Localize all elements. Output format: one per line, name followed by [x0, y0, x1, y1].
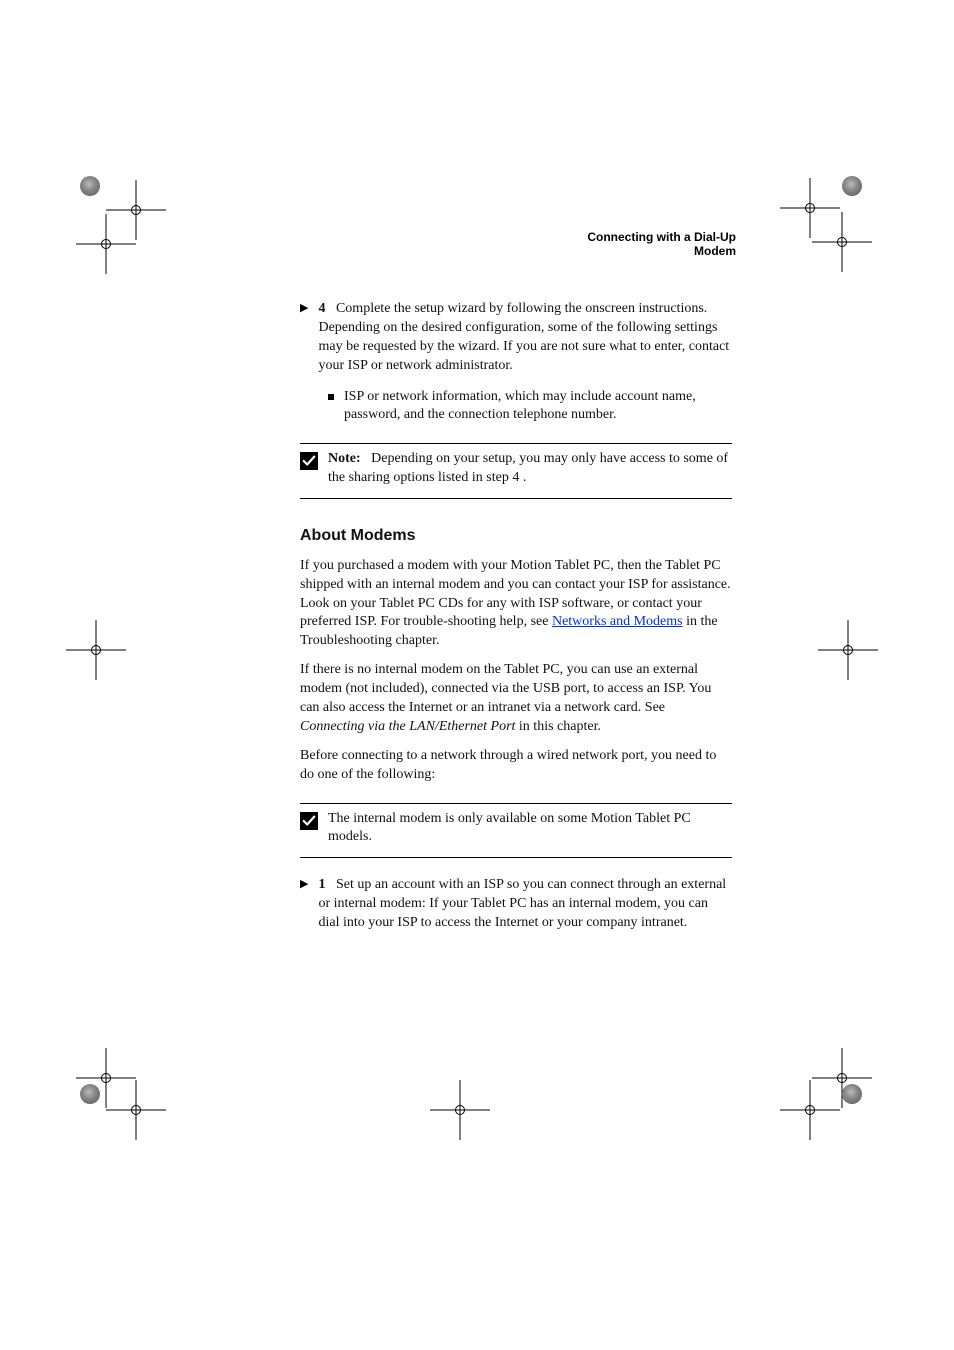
- step-number: 4: [318, 301, 325, 316]
- checkmark-icon: [300, 452, 318, 470]
- note-1-body-ref: 4: [512, 470, 519, 485]
- running-head: Connecting with a Dial-Up Modem: [587, 230, 736, 258]
- running-head-line2: Modem: [587, 244, 736, 258]
- registration-cross-bottom-right: [780, 1080, 840, 1140]
- registration-cross-mid-right: [818, 620, 878, 680]
- note-1-body-pre: Depending on your setup, you may only ha…: [328, 451, 728, 485]
- registration-cross-top-left-2: [76, 214, 136, 274]
- registration-cross-mid-left: [66, 620, 126, 680]
- step-marker-icon: ▶: [300, 876, 308, 933]
- checkmark-icon: [300, 812, 318, 830]
- registration-disc-bottom-left: [80, 1084, 140, 1144]
- step-4-bullet-1-text: ISP or network information, which may in…: [344, 388, 732, 426]
- link-networks-and-modems[interactable]: Networks and Modems: [552, 614, 683, 629]
- note-box-2: The internal modem is only available on …: [300, 803, 732, 859]
- registration-disc-bottom-right: [842, 1084, 902, 1144]
- network-step-text: Set up an account with an ISP so you can…: [318, 877, 726, 930]
- note-2-body: The internal modem is only available on …: [328, 810, 732, 848]
- running-head-line1: Connecting with a Dial-Up: [587, 230, 736, 244]
- network-step-number: 1: [318, 877, 325, 892]
- step-4-bullet-1: ISP or network information, which may in…: [328, 388, 732, 426]
- registration-cross-top-right-2: [812, 212, 872, 272]
- note-box-1: Note: Depending on your setup, you may o…: [300, 443, 732, 499]
- about-p2-em: Connecting via the LAN/Ethernet Port: [300, 719, 515, 734]
- step-4-text: Complete the setup wizard by following t…: [318, 301, 729, 373]
- step-marker-icon: ▶: [300, 300, 308, 376]
- about-p2-post: in this chapter.: [519, 719, 601, 734]
- note-label: Note:: [328, 451, 361, 466]
- bullet-icon: [328, 394, 334, 400]
- about-p3: Before connecting to a network through a…: [300, 747, 732, 785]
- heading-about-modems: About Modems: [300, 525, 732, 547]
- about-p2-pre: If there is no internal modem on the Tab…: [300, 662, 711, 715]
- note-1-body-post: .: [523, 470, 527, 485]
- registration-cross-bottom-center: [430, 1080, 490, 1140]
- about-modems-body: If you purchased a modem with your Motio…: [300, 557, 732, 785]
- page-content: ▶ 4 Complete the setup wizard by followi…: [300, 300, 732, 945]
- network-step-1: ▶ 1 Set up an account with an ISP so you…: [300, 876, 732, 933]
- step-4: ▶ 4 Complete the setup wizard by followi…: [300, 300, 732, 376]
